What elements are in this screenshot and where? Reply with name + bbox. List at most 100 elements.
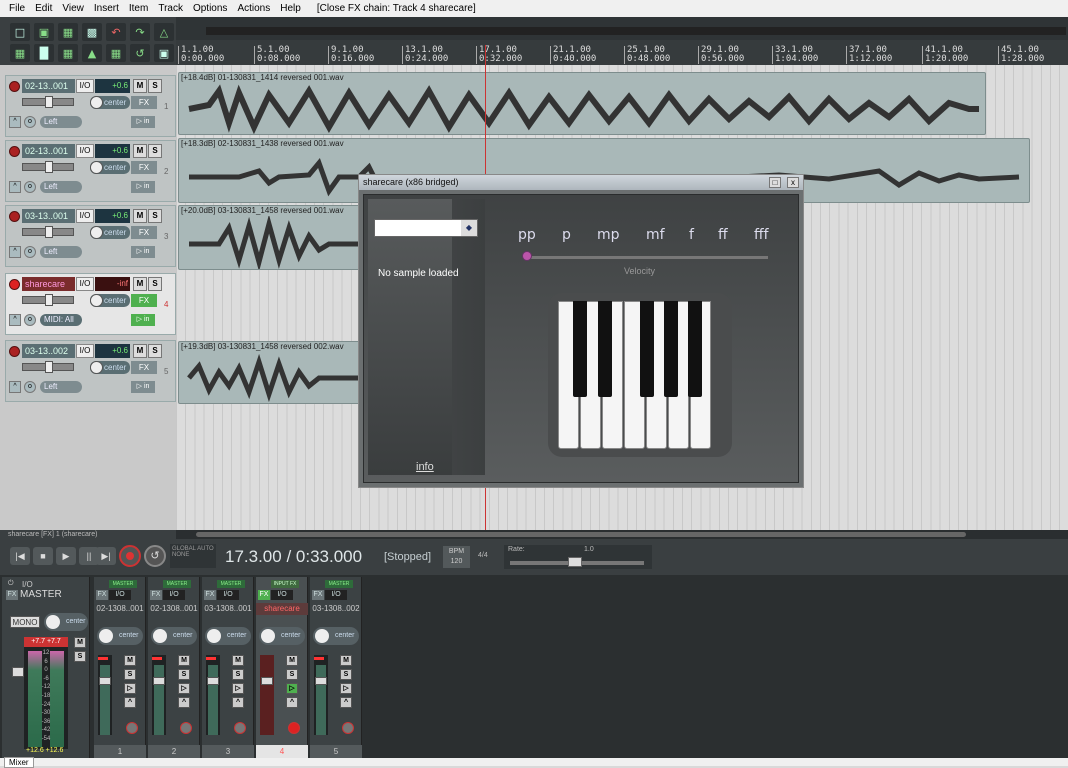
velocity-mf[interactable]: mf [646, 227, 665, 243]
envelope-button-icon[interactable]: ^ [9, 314, 21, 326]
metronome-icon[interactable]: △ [154, 23, 174, 41]
volume-fader[interactable] [22, 161, 74, 173]
mute-button[interactable]: M [133, 277, 147, 291]
mixer-tab[interactable]: Mixer [4, 757, 34, 768]
velocity-mp[interactable]: mp [597, 227, 620, 243]
monitor-icon[interactable]: o [24, 381, 36, 393]
io-button[interactable]: I/O [271, 590, 293, 600]
sample-select[interactable]: ◆ [374, 219, 478, 237]
solo-button[interactable]: S [148, 144, 162, 158]
plugin-title-bar[interactable]: sharecare (x86 bridged) [359, 175, 803, 190]
fx-button[interactable]: FX [312, 590, 324, 600]
grid-toggle-icon[interactable]: ▦ [10, 44, 30, 62]
timeline-ruler[interactable]: 1.1.00 0:00.000 5.1.00 0:08.000 9.1.00 0:16… [176, 40, 1068, 68]
menu-item[interactable]: Item [124, 0, 153, 17]
mixer-strip-3[interactable]: MASTER FX I/O 03-1308..001 center M S ▷ … [202, 577, 254, 758]
mixer-strip-5[interactable]: MASTER FX I/O 03-1308..002 center M S ▷ … [310, 577, 362, 758]
fx-bypass-icon[interactable]: ▷ [340, 683, 352, 694]
track-1[interactable]: 02-13..001 I/O +0.6 M S center FX ^ o Le… [5, 75, 176, 137]
record-arm-button[interactable] [9, 81, 20, 92]
pan-knob-icon[interactable] [207, 629, 221, 643]
record-arm-button[interactable] [9, 346, 20, 357]
fader-handle[interactable] [315, 677, 327, 685]
input-fx-button[interactable]: ▷ in [131, 246, 155, 258]
solo-button[interactable]: S [148, 344, 162, 358]
play-icon[interactable]: ▶ [56, 547, 76, 565]
playrate-control[interactable]: Rate: 1.0 [504, 545, 652, 569]
menu-help[interactable]: Help [275, 0, 306, 17]
pan-knob-icon[interactable] [315, 629, 329, 643]
fader-handle[interactable] [45, 361, 53, 373]
mute-button[interactable]: M [178, 655, 190, 666]
mute-button[interactable]: M [133, 144, 147, 158]
fx-button[interactable]: FX [258, 590, 270, 600]
velocity-ff[interactable]: ff [718, 227, 728, 243]
timeline-header[interactable] [176, 17, 1068, 40]
scrollbar-thumb[interactable] [196, 532, 966, 537]
master-fx-button[interactable]: FX [6, 590, 18, 600]
mute-button[interactable]: M [232, 655, 244, 666]
fx-button[interactable]: FX [131, 361, 157, 374]
fx-button[interactable]: FX [131, 226, 157, 239]
master-pan-knob-icon[interactable] [46, 615, 60, 629]
io-button[interactable]: I/O [76, 277, 94, 291]
project-settings-icon[interactable]: ▩ [82, 23, 102, 41]
loop-region-bar[interactable] [206, 27, 1066, 35]
strip-name[interactable]: 02-1308..001 [94, 603, 146, 615]
solo-button[interactable]: S [148, 79, 162, 93]
envelope-icon[interactable]: ^ [232, 697, 244, 708]
mute-button[interactable]: M [124, 655, 136, 666]
strip-name[interactable]: 03-1308..002 [310, 603, 362, 615]
solo-button[interactable]: S [286, 669, 298, 680]
save-project-icon[interactable]: ▦ [58, 23, 78, 41]
record-arm-button[interactable] [9, 146, 20, 157]
fader-handle[interactable] [45, 294, 53, 306]
velocity-slider[interactable] [526, 256, 768, 259]
new-project-icon[interactable]: □ [10, 23, 30, 41]
fader-handle[interactable] [261, 677, 273, 685]
mixer-strip-4[interactable]: INPUT FX FX I/O sharecare center M S ▷ ^… [256, 577, 308, 758]
menu-track[interactable]: Track [153, 0, 188, 17]
mixer-strip-1[interactable]: MASTER FX I/O 02-1308..001 center M S ▷ … [94, 577, 146, 758]
master-solo-button[interactable]: S [74, 651, 86, 662]
mute-button[interactable]: M [133, 209, 147, 223]
fx-button[interactable]: FX [131, 161, 157, 174]
input-fx-button[interactable]: ▷ in [131, 116, 155, 128]
master-send-indicator[interactable]: MASTER [109, 580, 137, 588]
go-to-start-icon[interactable]: |◀ [10, 547, 30, 565]
media-item[interactable]: [+19.3dB] 03-130831_1458 reversed 002.wa… [178, 341, 362, 404]
undo-icon[interactable]: ↶ [106, 23, 126, 41]
solo-button[interactable]: S [148, 277, 162, 291]
menu-edit[interactable]: Edit [30, 0, 57, 17]
input-fx-indicator[interactable]: INPUT FX [271, 580, 299, 588]
input-select[interactable]: MIDI: All [40, 314, 82, 326]
input-select[interactable]: Left [40, 381, 82, 393]
info-link[interactable]: info [416, 461, 434, 473]
monitor-icon[interactable]: o [24, 314, 36, 326]
track-name[interactable]: 02-13..001 [22, 79, 75, 93]
master-send-indicator[interactable]: MASTER [325, 580, 353, 588]
fx-enabled-icon[interactable]: ▷ [286, 683, 298, 694]
horizontal-scrollbar[interactable] [176, 530, 1068, 539]
strip-name[interactable]: sharecare [256, 603, 308, 615]
solo-button[interactable]: S [148, 209, 162, 223]
mute-button[interactable]: M [286, 655, 298, 666]
black-key[interactable] [573, 301, 587, 397]
record-arm-icon[interactable] [126, 722, 138, 734]
black-key[interactable] [664, 301, 678, 397]
plugin-window[interactable]: sharecare (x86 bridged) □ x ◆ No sample … [358, 174, 804, 488]
io-button[interactable]: I/O [325, 590, 347, 600]
input-select[interactable]: Left [40, 181, 82, 193]
record-arm-icon[interactable] [180, 722, 192, 734]
fx-bypass-icon[interactable]: ▷ [178, 683, 190, 694]
strip-name[interactable]: 03-1308..001 [202, 603, 254, 615]
track-3[interactable]: 03-13..001 I/O +0.6 M S center FX ^ o Le… [5, 205, 176, 267]
lock-icon[interactable]: ▣ [154, 44, 174, 62]
record-arm-icon[interactable] [342, 722, 354, 734]
io-button[interactable]: I/O [76, 144, 94, 158]
velocity-fff[interactable]: fff [754, 227, 769, 243]
loop-icon[interactable]: ↺ [130, 44, 150, 62]
ripple-edit-icon[interactable]: █ [34, 44, 54, 62]
fx-button[interactable]: FX [204, 590, 216, 600]
input-fx-button[interactable]: ▷ in [131, 181, 155, 193]
